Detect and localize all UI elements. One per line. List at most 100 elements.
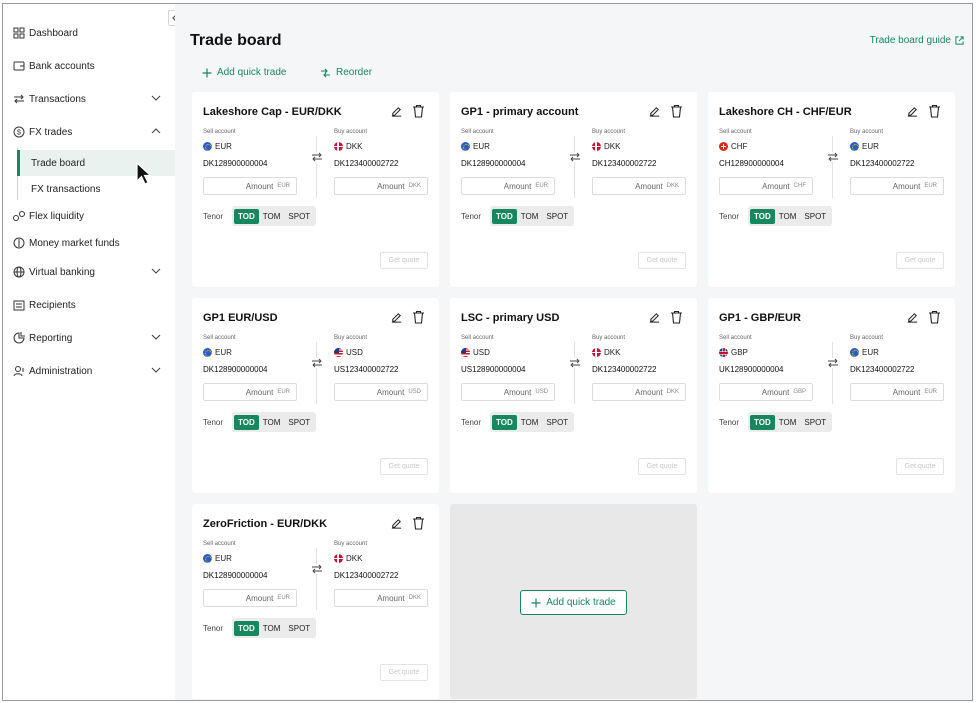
get-quote-button[interactable]: Get quote [380,458,428,475]
us-flag-icon [334,348,343,357]
sidebar-item-label: Administration [29,365,93,377]
get-quote-button[interactable]: Get quote [380,664,428,681]
tenor-option-spot[interactable]: SPOT [800,415,830,430]
amount-placeholder: Amount [892,181,921,191]
trash-icon[interactable] [412,104,425,118]
sell-amount-input[interactable]: Amount USD [461,383,555,401]
add-quick-trade-tile: Add quick trade [450,504,697,699]
trash-icon[interactable] [670,310,683,324]
edit-icon[interactable] [390,105,403,118]
tenor-option-tod[interactable]: TOD [750,414,775,430]
swap-icon[interactable] [569,358,581,368]
sidebar-item-dashboard[interactable]: Dashboard [3,20,175,46]
get-quote-button[interactable]: Get quote [638,252,686,269]
buy-amount-input[interactable]: Amount USD [334,383,428,401]
trash-icon[interactable] [928,104,941,118]
amount-currency-unit: DKK [408,183,421,189]
sidebar: Dashboard Bank accounts Transactions $ FX tr… [3,4,182,700]
buy-amount-input[interactable]: Amount EUR [850,383,944,401]
tenor-option-tom[interactable]: TOM [775,209,801,224]
edit-icon[interactable] [648,311,661,324]
edit-icon[interactable] [390,517,403,530]
buy-amount-input[interactable]: Amount EUR [850,177,944,195]
swap-icon[interactable] [827,358,839,368]
reorder-button[interactable]: Reorder [320,67,372,78]
buy-currency-code: DKK [604,142,621,151]
buy-amount-input[interactable]: Amount DKK [334,177,428,195]
tenor-option-tod[interactable]: TOD [234,414,259,430]
chevron-down-icon [150,364,162,376]
get-quote-button[interactable]: Get quote [380,252,428,269]
reporting-icon [12,331,26,345]
sell-amount-input[interactable]: Amount CHF [719,177,813,195]
get-quote-button[interactable]: Get quote [896,252,944,269]
tenor-option-spot[interactable]: SPOT [542,209,572,224]
us-flag-icon [461,348,470,357]
sell-amount-input[interactable]: Amount EUR [203,177,297,195]
tenor-option-tod[interactable]: TOD [750,208,775,224]
amount-currency-unit: DKK [666,183,679,189]
edit-icon[interactable] [906,105,919,118]
quick-trade-card: GP1 - primary account Sell account Buy acc… [450,92,697,287]
tenor-selector: TOD TOM SPOT [748,412,833,432]
swap-icon[interactable] [311,152,323,162]
tenor-option-tod[interactable]: TOD [234,620,259,636]
sell-currency-code: EUR [215,142,232,151]
sidebar-item-reporting[interactable]: Reporting [3,325,175,351]
get-quote-button[interactable]: Get quote [638,458,686,475]
buy-account-number: DK123400002722 [850,365,915,374]
tenor-option-spot[interactable]: SPOT [284,415,314,430]
sidebar-item-recipients[interactable]: Recipients [3,292,175,318]
chevron-down-icon [150,92,162,104]
sidebar-item-fx-trades[interactable]: $ FX trades [3,119,175,145]
dk-flag-icon [592,348,601,357]
sidebar-item-money-market-funds[interactable]: Money market funds [3,230,175,256]
card-title: GP1 - primary account [461,106,579,118]
get-quote-button[interactable]: Get quote [896,458,944,475]
swap-icon[interactable] [569,152,581,162]
card-title: GP1 - GBP/EUR [719,312,801,324]
tenor-option-spot[interactable]: SPOT [800,209,830,224]
tenor-option-tom[interactable]: TOM [517,415,543,430]
tenor-option-tod[interactable]: TOD [492,414,517,430]
amount-currency-unit: DKK [408,595,421,601]
tenor-option-spot[interactable]: SPOT [284,209,314,224]
tenor-option-spot[interactable]: SPOT [542,415,572,430]
sell-amount-input[interactable]: Amount EUR [461,177,555,195]
buy-amount-input[interactable]: Amount DKK [334,589,428,607]
edit-icon[interactable] [648,105,661,118]
tenor-option-tod[interactable]: TOD [234,208,259,224]
trash-icon[interactable] [412,516,425,530]
sell-amount-input[interactable]: Amount EUR [203,589,297,607]
sell-currency-code: CHF [731,142,748,151]
swap-icon[interactable] [311,358,323,368]
buy-amount-input[interactable]: Amount DKK [592,177,686,195]
swap-icon[interactable] [311,564,323,574]
buy-amount-input[interactable]: Amount DKK [592,383,686,401]
tenor-option-tod[interactable]: TOD [492,208,517,224]
tenor-option-spot[interactable]: SPOT [284,621,314,636]
add-quick-trade-button[interactable]: Add quick trade [202,67,287,78]
edit-icon[interactable] [390,311,403,324]
tenor-label: Tenor [203,418,224,427]
sidebar-item-virtual-banking[interactable]: Virtual banking [3,259,175,285]
sidebar-item-bank-accounts[interactable]: Bank accounts [3,53,175,79]
sidebar-item-transactions[interactable]: Transactions [3,86,175,112]
sell-amount-input[interactable]: Amount EUR [203,383,297,401]
tenor-option-tom[interactable]: TOM [517,209,543,224]
add-quick-trade-tile-button[interactable]: Add quick trade [520,590,627,615]
trash-icon[interactable] [412,310,425,324]
sell-amount-input[interactable]: Amount GBP [719,383,813,401]
trash-icon[interactable] [670,104,683,118]
tenor-option-tom[interactable]: TOM [775,415,801,430]
edit-icon[interactable] [906,311,919,324]
tenor-option-tom[interactable]: TOM [259,415,285,430]
sidebar-item-flex-liquidity[interactable]: Flex liquidity [3,203,175,229]
sidebar-item-administration[interactable]: Administration [3,358,175,384]
swap-icon[interactable] [827,152,839,162]
tenor-option-tom[interactable]: TOM [259,621,285,636]
trash-icon[interactable] [928,310,941,324]
tenor-selector: TOD TOM SPOT [490,412,575,432]
tenor-option-tom[interactable]: TOM [259,209,285,224]
trade-board-guide-link[interactable]: Trade board guide [870,35,964,46]
